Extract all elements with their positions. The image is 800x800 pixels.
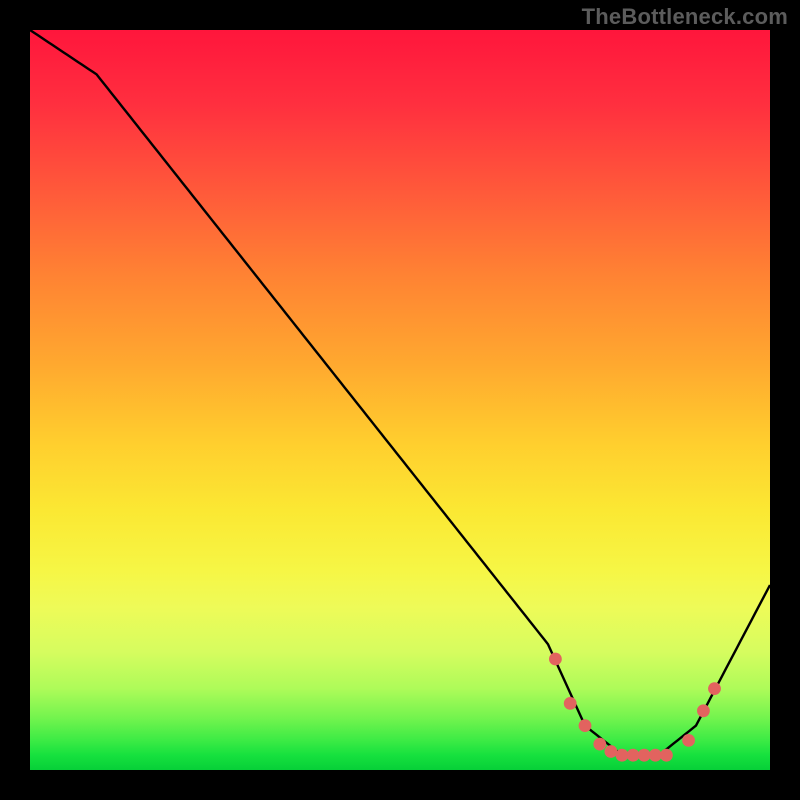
plot-area: [30, 30, 770, 770]
curve-marker: [605, 745, 618, 758]
curve-marker: [649, 749, 662, 762]
curve-svg: [30, 30, 770, 770]
curve-marker: [564, 697, 577, 710]
curve-marker: [708, 682, 721, 695]
curve-marker: [682, 734, 695, 747]
attribution-text: TheBottleneck.com: [582, 4, 788, 30]
curve-marker: [660, 749, 673, 762]
curve-marker: [579, 719, 592, 732]
curve-marker: [616, 749, 629, 762]
curve-markers: [549, 653, 721, 762]
chart-frame: TheBottleneck.com: [0, 0, 800, 800]
bottleneck-curve: [30, 30, 770, 755]
curve-marker: [627, 749, 640, 762]
curve-marker: [697, 704, 710, 717]
curve-marker: [638, 749, 651, 762]
curve-marker: [549, 653, 562, 666]
curve-marker: [593, 738, 606, 751]
